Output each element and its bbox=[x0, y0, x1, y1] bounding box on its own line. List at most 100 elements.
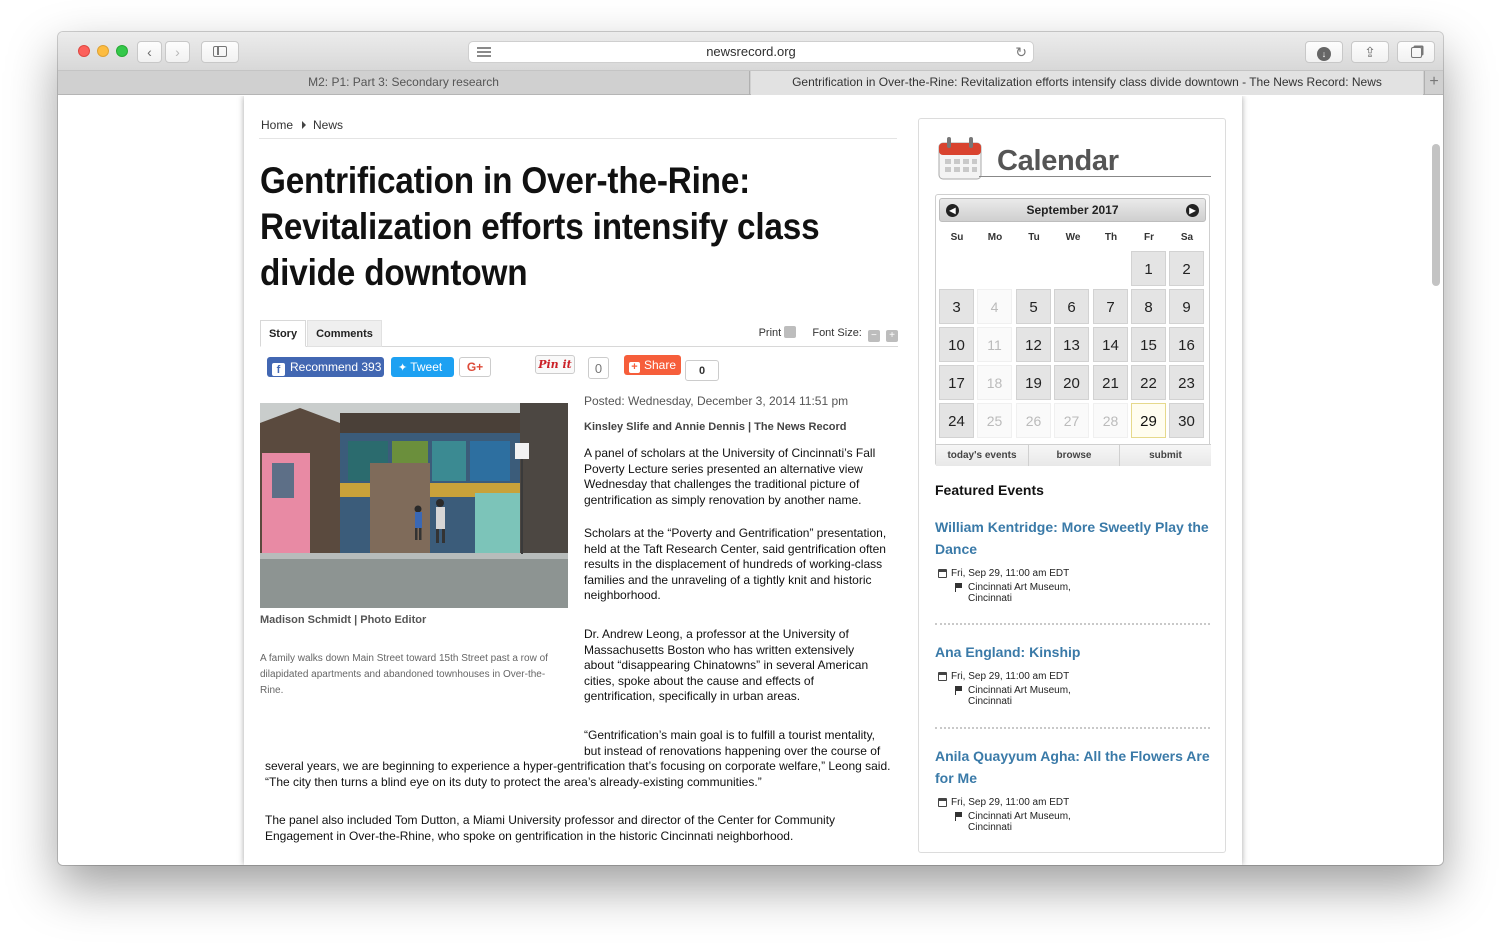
minimize-window-button[interactable] bbox=[97, 45, 109, 57]
calendar-day[interactable]: 13 bbox=[1054, 327, 1089, 362]
chevron-right-icon: › bbox=[175, 44, 180, 60]
forward-button[interactable]: › bbox=[165, 41, 190, 63]
calendar-day[interactable]: 15 bbox=[1131, 327, 1166, 362]
calendar-day[interactable]: 9 bbox=[1169, 289, 1204, 324]
share-button[interactable]: ⇪ bbox=[1351, 41, 1389, 63]
calendar-day[interactable]: 4 bbox=[977, 289, 1012, 324]
browse-button[interactable]: browse bbox=[1029, 445, 1120, 466]
event-divider bbox=[935, 623, 1210, 625]
event-time: Fri, Sep 29, 11:00 am EDT bbox=[935, 568, 1210, 579]
tweet-button[interactable]: ✦ Tweet bbox=[391, 357, 454, 377]
event-title-link[interactable]: Ana England: Kinship bbox=[935, 641, 1210, 663]
calendar-widget: ◀ September 2017 ▶ Su Mo Tu We Th Fr Sa … bbox=[935, 194, 1211, 466]
todays-events-button[interactable]: today's events bbox=[936, 445, 1029, 466]
article-paragraph: “Gentrification’s main goal is to fulfil… bbox=[265, 728, 895, 790]
new-tab-button[interactable]: + bbox=[1424, 71, 1443, 95]
article-headline: Gentrification in Over-the-Rine: Revital… bbox=[260, 160, 820, 293]
calendar-day[interactable]: 7 bbox=[1093, 289, 1128, 324]
event-time: Fri, Sep 29, 11:00 am EDT bbox=[935, 797, 1210, 808]
back-button[interactable]: ‹ bbox=[137, 41, 162, 63]
posted-date: Posted: Wednesday, December 3, 2014 11:5… bbox=[584, 394, 849, 408]
calendar-day[interactable]: 1 bbox=[1131, 251, 1166, 286]
next-month-icon[interactable]: ▶ bbox=[1186, 204, 1199, 217]
calendar-day[interactable]: 23 bbox=[1169, 365, 1204, 400]
calendar-day[interactable]: 27 bbox=[1054, 403, 1089, 438]
print-label[interactable]: Print bbox=[759, 327, 782, 339]
event-location: Cincinnati Art Museum, Cincinnati bbox=[935, 685, 1210, 707]
scrollbar-thumb[interactable] bbox=[1432, 144, 1440, 286]
calendar-day[interactable]: 30 bbox=[1169, 403, 1204, 438]
article-paragraph: Dr. Andrew Leong, a professor at the Uni… bbox=[584, 627, 869, 703]
calendar-day[interactable]: 12 bbox=[1016, 327, 1051, 362]
breadcrumb-news-link[interactable]: News bbox=[313, 118, 343, 132]
calendar-day[interactable]: 17 bbox=[939, 365, 974, 400]
maximize-window-button[interactable] bbox=[116, 45, 128, 57]
weekday-label: Mo bbox=[987, 232, 1003, 243]
calendar-day[interactable]: 26 bbox=[1016, 403, 1051, 438]
reload-icon[interactable]: ↻ bbox=[1015, 42, 1027, 62]
download-button[interactable]: ↓ bbox=[1305, 41, 1343, 63]
event-item: Ana England: Kinship Fri, Sep 29, 11:00 … bbox=[935, 641, 1210, 707]
calendar-title: Calendar bbox=[997, 145, 1119, 177]
calendar-day[interactable]: 21 bbox=[1093, 365, 1128, 400]
calendar-day[interactable]: 5 bbox=[1016, 289, 1051, 324]
pinterest-button[interactable]: Pin it bbox=[535, 355, 575, 374]
calendar-day[interactable]: 28 bbox=[1093, 403, 1128, 438]
calendar-day[interactable]: 11 bbox=[977, 327, 1012, 362]
tabs-button[interactable] bbox=[1397, 41, 1435, 63]
weekday-label: Th bbox=[1104, 232, 1118, 243]
reader-icon[interactable] bbox=[477, 47, 491, 57]
calendar-day[interactable]: 16 bbox=[1169, 327, 1204, 362]
address-bar[interactable]: newsrecord.org ↻ bbox=[468, 41, 1034, 63]
tabs-icon bbox=[1410, 47, 1422, 58]
tab-secondary-research[interactable]: M2: P1: Part 3: Secondary research bbox=[58, 71, 750, 95]
share-button[interactable]: + Share bbox=[624, 355, 681, 375]
calendar-day[interactable]: 6 bbox=[1054, 289, 1089, 324]
tab-news-record[interactable]: Gentrification in Over-the-Rine: Revital… bbox=[751, 71, 1423, 95]
sidebar-button[interactable] bbox=[201, 41, 239, 63]
calendar-day[interactable]: 3 bbox=[939, 289, 974, 324]
calendar-day[interactable]: 2 bbox=[1169, 251, 1204, 286]
tab-comments[interactable]: Comments bbox=[307, 320, 382, 347]
sidebar-icon bbox=[213, 46, 227, 57]
tab-story[interactable]: Story bbox=[260, 320, 306, 347]
font-increase-icon[interactable]: + bbox=[886, 330, 898, 342]
article-photo[interactable] bbox=[260, 403, 568, 608]
browser-toolbar: ‹ › newsrecord.org ↻ ↓ ⇪ bbox=[58, 32, 1443, 71]
calendar-day[interactable]: 18 bbox=[977, 365, 1012, 400]
calendar-day[interactable]: 22 bbox=[1131, 365, 1166, 400]
calendar-day[interactable]: 8 bbox=[1131, 289, 1166, 324]
pin-count: 0 bbox=[588, 357, 609, 379]
calendar-day[interactable]: 14 bbox=[1093, 327, 1128, 362]
calendar-day-today[interactable]: 29 bbox=[1131, 403, 1166, 438]
event-item: Anila Quayyum Agha: All the Flowers Are … bbox=[935, 745, 1210, 833]
calendar-day[interactable]: 25 bbox=[977, 403, 1012, 438]
share-icon: ⇪ bbox=[1364, 44, 1376, 60]
facebook-recommend-button[interactable]: f Recommend 393 bbox=[267, 357, 384, 377]
calendar-sidebar: Calendar ◀ September 2017 ▶ Su Mo Tu We … bbox=[918, 118, 1226, 853]
previous-month-icon[interactable]: ◀ bbox=[946, 204, 959, 217]
calendar-day[interactable]: 19 bbox=[1016, 365, 1051, 400]
calendar-footer: today's events browse submit bbox=[936, 444, 1211, 466]
quote-rest: several years, we are beginning to exper… bbox=[265, 759, 891, 789]
byline: Kinsley Slife and Annie Dennis | The New… bbox=[584, 421, 847, 433]
calendar-day[interactable]: 24 bbox=[939, 403, 974, 438]
font-decrease-icon[interactable]: − bbox=[867, 330, 880, 342]
weekday-label: Su bbox=[950, 232, 964, 243]
breadcrumb-home-link[interactable]: Home bbox=[261, 118, 293, 132]
calendar-day[interactable]: 20 bbox=[1054, 365, 1089, 400]
print-icon[interactable] bbox=[784, 326, 797, 338]
event-location: Cincinnati Art Museum, Cincinnati bbox=[935, 811, 1210, 833]
article-paragraph: Scholars at the “Poverty and Gentrificat… bbox=[584, 526, 887, 602]
google-plus-button[interactable]: G+ bbox=[459, 357, 491, 377]
twitter-icon: ✦ bbox=[398, 362, 408, 374]
scrollbar[interactable] bbox=[1428, 96, 1443, 865]
article-page: Home News Gentrification in Over-the-Rine… bbox=[244, 96, 1242, 865]
event-title-link[interactable]: William Kentridge: More Sweetly Play the… bbox=[935, 516, 1210, 560]
divider bbox=[259, 138, 897, 139]
event-title-link[interactable]: Anila Quayyum Agha: All the Flowers Are … bbox=[935, 745, 1210, 789]
submit-button[interactable]: submit bbox=[1120, 445, 1211, 466]
close-window-button[interactable] bbox=[78, 45, 90, 57]
flag-icon bbox=[955, 686, 963, 695]
calendar-day[interactable]: 10 bbox=[939, 327, 974, 362]
